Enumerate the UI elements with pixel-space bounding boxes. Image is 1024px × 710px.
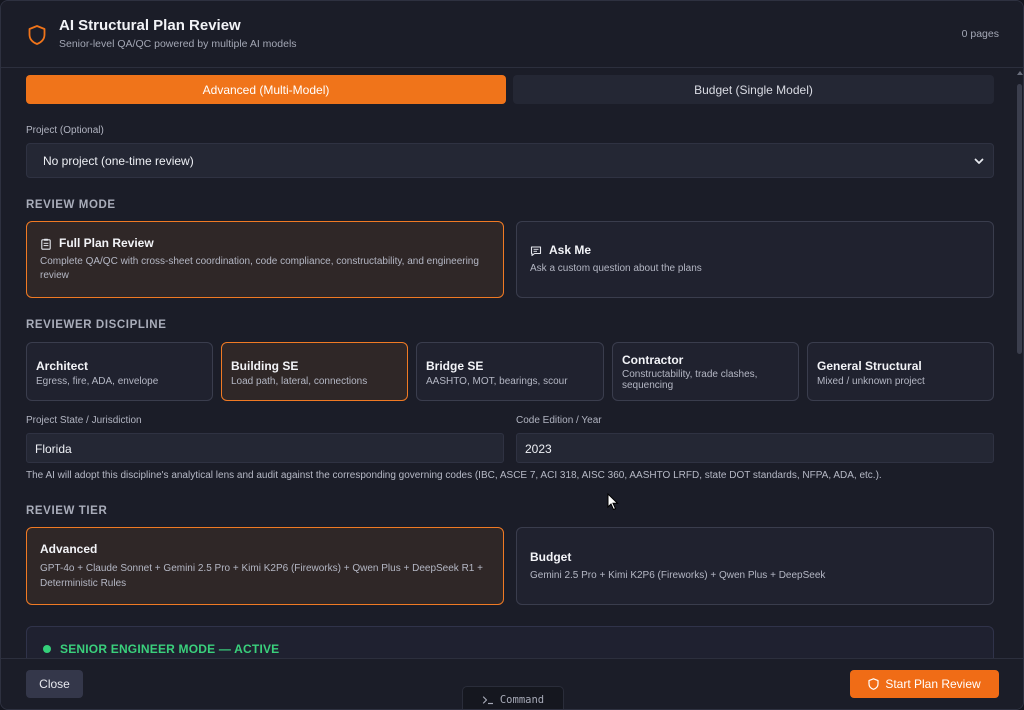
tab-advanced-multi-model[interactable]: Advanced (Multi-Model) [26,75,506,104]
command-label: Command [499,693,545,706]
start-plan-review-button[interactable]: Start Plan Review [850,670,999,698]
discipline-architect[interactable]: Architect Egress, fire, ADA, envelope [26,342,213,401]
modal-footer: Close Command Start Plan Review [1,658,1023,709]
discipline-building-se[interactable]: Building SE Load path, lateral, connecti… [221,342,408,401]
discipline-desc: Constructability, trade clashes, sequenc… [622,369,758,391]
discipline-desc: Load path, lateral, connections [231,376,368,387]
mode-ask-me[interactable]: Ask Me Ask a custom question about the p… [516,221,994,298]
discipline-hint: The AI will adopt this discipline's anal… [26,470,882,481]
discipline-desc: Mixed / unknown project [817,376,925,387]
clipboard-icon [41,238,51,250]
discipline-contractor[interactable]: Contractor Constructability, trade clash… [612,342,799,401]
discipline-title: General Structural [817,359,922,373]
tier-desc: GPT-4o + Claude Sonnet + Gemini 2.5 Pro … [40,563,483,589]
modal-body: Advanced (Multi-Model) Budget (Single Mo… [1,68,1016,658]
project-label: Project (Optional) [26,125,104,136]
command-bar-tab[interactable]: Command [462,686,564,709]
state-label: Project State / Jurisdiction [26,415,142,426]
mode-desc: Complete QA/QC with cross-sheet coordina… [40,256,479,281]
plan-review-modal: AI Structural Plan Review Senior-level Q… [0,0,1024,710]
tier-tabs: Advanced (Multi-Model) Budget (Single Mo… [26,75,994,104]
senior-engineer-mode-status: SENIOR ENGINEER MODE — ACTIVE [60,642,280,656]
mode-title: Full Plan Review [59,236,154,250]
discipline-bridge-se[interactable]: Bridge SE AASHTO, MOT, bearings, scour [416,342,604,401]
mouse-cursor-icon [607,493,619,511]
discipline-title: Architect [36,359,89,373]
mode-full-plan-review[interactable]: Full Plan Review Complete QA/QC with cro… [26,221,504,298]
tier-desc: Gemini 2.5 Pro + Kimi K2P6 (Fireworks) +… [530,570,826,581]
page-count: 0 pages [961,28,999,40]
scroll-up-arrow[interactable] [1016,71,1023,75]
mode-title: Ask Me [549,243,592,257]
modal-title: AI Structural Plan Review [59,17,241,34]
discipline-title: Contractor [622,353,684,367]
scrollbar-thumb[interactable] [1017,84,1022,354]
reviewer-discipline-heading: REVIEWER DISCIPLINE [26,319,167,331]
discipline-title: Bridge SE [426,359,484,373]
review-mode-heading: REVIEW MODE [26,199,116,211]
modal-subtitle: Senior-level QA/QC powered by multiple A… [59,38,297,50]
mode-desc: Ask a custom question about the plans [530,263,702,274]
tier-title: Advanced [40,542,98,556]
status-dot [43,645,51,653]
senior-engineer-mode-panel: SENIOR ENGINEER MODE — ACTIVE [26,626,994,658]
chevron-down-icon [974,158,984,164]
close-button[interactable]: Close [26,670,83,698]
discipline-desc: AASHTO, MOT, bearings, scour [426,376,568,387]
project-select[interactable]: No project (one-time review) [26,143,994,178]
tier-advanced[interactable]: Advanced GPT-4o + Claude Sonnet + Gemini… [26,527,504,605]
shield-icon [28,25,46,45]
state-input-value: Florida [35,442,72,456]
chat-icon [530,246,542,257]
discipline-desc: Egress, fire, ADA, envelope [36,376,159,387]
scrollbar[interactable] [1016,68,1023,658]
terminal-icon [482,695,493,704]
project-select-value: No project (one-time review) [43,154,194,168]
tab-budget-single-model[interactable]: Budget (Single Model) [513,75,994,104]
shield-icon [868,678,879,690]
modal-header: AI Structural Plan Review Senior-level Q… [1,1,1023,68]
start-plan-review-label: Start Plan Review [885,677,981,691]
code-year-input[interactable]: 2023 [516,433,994,463]
tier-budget[interactable]: Budget Gemini 2.5 Pro + Kimi K2P6 (Firew… [516,527,994,605]
code-year-input-value: 2023 [525,442,552,456]
discipline-general-structural[interactable]: General Structural Mixed / unknown proje… [807,342,994,401]
tier-title: Budget [530,550,572,564]
state-input[interactable]: Florida [26,433,504,463]
review-tier-heading: REVIEW TIER [26,505,108,517]
discipline-title: Building SE [231,359,299,373]
code-label: Code Edition / Year [516,415,602,426]
